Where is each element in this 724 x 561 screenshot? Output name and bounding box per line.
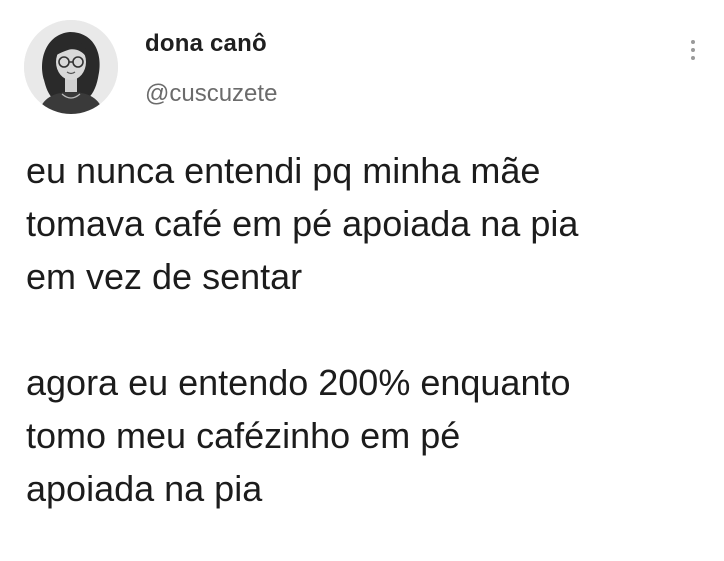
menu-dot bbox=[691, 48, 695, 52]
tweet-line: tomava café em pé apoiada na pia bbox=[26, 203, 579, 244]
author-avatar[interactable] bbox=[24, 20, 118, 114]
menu-dot bbox=[691, 40, 695, 44]
tweet-line: tomo meu cafézinho em pé bbox=[26, 415, 461, 456]
tweet-line: agora eu entendo 200% enquanto bbox=[26, 362, 571, 403]
tweet-line: eu nunca entendi pq minha mãe bbox=[26, 150, 541, 191]
menu-dot bbox=[691, 56, 695, 60]
tweet-text: eu nunca entendi pq minha mãe tomava caf… bbox=[26, 144, 706, 515]
avatar-illustration-icon bbox=[24, 20, 118, 114]
author-display-name[interactable]: dona canô bbox=[145, 30, 267, 58]
tweet-line: apoiada na pia bbox=[26, 468, 263, 509]
tweet-paragraph-2: agora eu entendo 200% enquanto tomo meu … bbox=[26, 356, 706, 515]
author-handle[interactable]: @cuscuzete bbox=[145, 80, 277, 108]
tweet-line: em vez de sentar bbox=[26, 256, 303, 297]
tweet-card: dona canô @cuscuzete eu nunca entendi pq… bbox=[0, 0, 724, 561]
tweet-paragraph-1: eu nunca entendi pq minha mãe tomava caf… bbox=[26, 144, 706, 303]
more-vertical-icon[interactable] bbox=[681, 34, 705, 66]
